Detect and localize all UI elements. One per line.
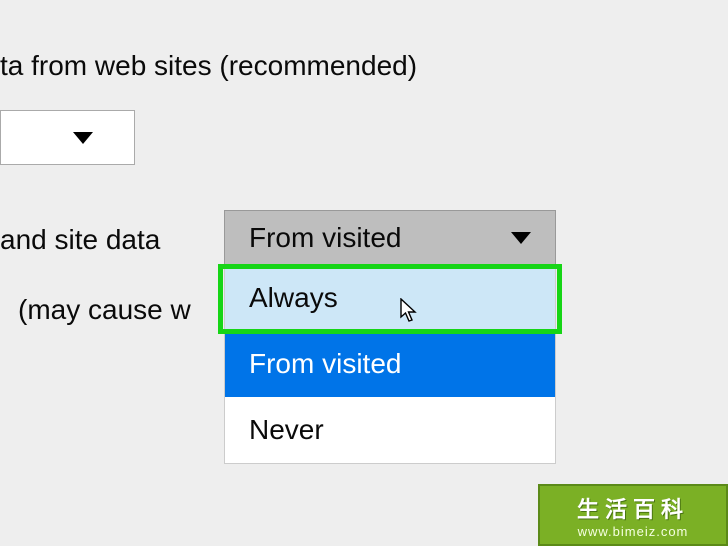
dropdown-selected-label: From visited xyxy=(249,222,401,254)
dropdown-generic[interactable] xyxy=(0,110,135,165)
dropdown-option-label: Never xyxy=(249,414,324,446)
setting-warning-text: (may cause w xyxy=(18,294,191,326)
dropdown-third-party-cookies: From visited Always From visited Never xyxy=(224,210,556,464)
dropdown-option-from-visited[interactable]: From visited xyxy=(225,331,555,397)
dropdown-option-never[interactable]: Never xyxy=(225,397,555,463)
watermark-url: www.bimeiz.com xyxy=(578,524,689,539)
setting-description-line1: ta from web sites (recommended) xyxy=(0,50,417,82)
watermark-badge: 生活百科 www.bimeiz.com xyxy=(538,484,728,546)
dropdown-options-list: Always From visited Never xyxy=(224,265,556,464)
watermark-title: 生活百科 xyxy=(577,492,689,524)
caret-down-icon xyxy=(73,132,93,144)
dropdown-option-always[interactable]: Always xyxy=(225,265,555,331)
caret-down-icon xyxy=(511,232,531,244)
dropdown-option-label: Always xyxy=(249,282,338,314)
setting-label-site-data: and site data xyxy=(0,224,160,256)
dropdown-option-label: From visited xyxy=(249,348,401,380)
dropdown-selected-header[interactable]: From visited xyxy=(224,210,556,265)
